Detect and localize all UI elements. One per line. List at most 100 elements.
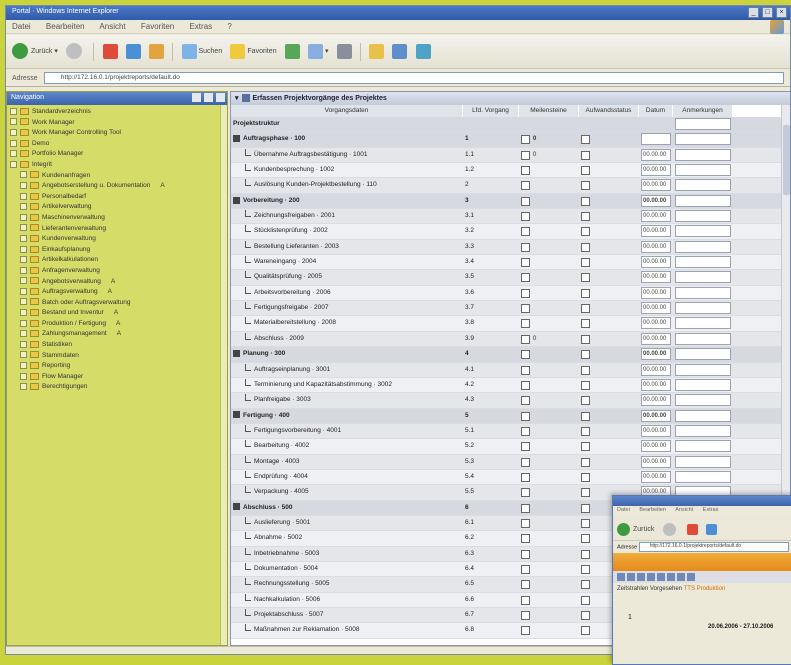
expand-icon[interactable]: [20, 309, 27, 317]
sidebar-scrollbar[interactable]: [220, 105, 227, 645]
date-input[interactable]: 00.00.00: [641, 210, 671, 223]
tree-item[interactable]: Produktion / Fertigung A: [10, 319, 225, 330]
secondary-titlebar[interactable]: [613, 496, 791, 506]
tree-item[interactable]: Angebotserstellung u. Dokumentation A: [10, 181, 225, 192]
milestone-checkbox[interactable]: [521, 319, 530, 329]
menu-view[interactable]: Ansicht: [99, 22, 125, 31]
status-checkbox[interactable]: [581, 534, 590, 544]
milestone-checkbox[interactable]: [521, 273, 530, 283]
notes-input[interactable]: [675, 378, 731, 391]
tree-item[interactable]: Work Manager Controlling Tool: [10, 128, 225, 139]
date-input[interactable]: 00.00.00: [641, 271, 671, 284]
menu-tools[interactable]: Extras: [189, 22, 212, 31]
expand-icon[interactable]: [20, 319, 27, 327]
date-input[interactable]: 00.00.00: [641, 317, 671, 330]
expand-icon[interactable]: [10, 150, 17, 158]
expand-icon[interactable]: [20, 351, 27, 359]
milestone-checkbox[interactable]: [521, 396, 530, 406]
tree-item[interactable]: Statistiken: [10, 340, 225, 351]
milestone-checkbox[interactable]: [521, 580, 530, 590]
status-checkbox[interactable]: [581, 350, 590, 360]
date-input[interactable]: 00.00.00: [641, 194, 671, 207]
status-checkbox[interactable]: [581, 304, 590, 314]
milestone-checkbox[interactable]: [521, 457, 530, 467]
status-checkbox[interactable]: [581, 580, 590, 590]
milestone-checkbox[interactable]: [521, 212, 530, 222]
tool-icon[interactable]: [687, 573, 695, 581]
expand-icon[interactable]: [10, 139, 17, 147]
status-checkbox[interactable]: [581, 212, 590, 222]
milestone-checkbox[interactable]: [521, 150, 530, 160]
milestone-checkbox[interactable]: [521, 595, 530, 605]
close-button[interactable]: ×: [776, 7, 787, 18]
date-input[interactable]: 00.00.00: [641, 440, 671, 453]
date-input[interactable]: 00.00.00: [641, 240, 671, 253]
tree-item[interactable]: Auftragsverwaltung A: [10, 287, 225, 298]
menu-edit[interactable]: Bearbeiten: [46, 22, 85, 31]
date-input[interactable]: 00.00.00: [641, 424, 671, 437]
maximize-button[interactable]: □: [762, 7, 774, 18]
tree-item[interactable]: Flow Manager: [10, 372, 225, 383]
date-input[interactable]: 00.00.00: [641, 302, 671, 315]
notes-input[interactable]: [675, 179, 731, 192]
collapse-icon[interactable]: [233, 349, 240, 357]
milestone-checkbox[interactable]: [521, 611, 530, 620]
expand-icon[interactable]: [20, 171, 27, 179]
print-button[interactable]: [336, 42, 352, 62]
tree-item[interactable]: Maschinenverwaltung: [10, 213, 225, 224]
tool-icon[interactable]: [627, 573, 635, 581]
collapse-icon[interactable]: [10, 107, 17, 115]
tree-item[interactable]: Stammdaten: [10, 351, 225, 362]
sidebar-refresh-button[interactable]: [192, 93, 202, 102]
status-checkbox[interactable]: [581, 457, 590, 467]
milestone-checkbox[interactable]: [521, 518, 530, 528]
mail-button[interactable]: ▾: [308, 42, 329, 62]
expand-icon[interactable]: [20, 340, 27, 348]
notes-input[interactable]: [675, 286, 731, 299]
secondary-browser-window[interactable]: Datei Bearbeiten Ansicht Extras Zurück A…: [612, 495, 791, 665]
expand-icon[interactable]: [20, 192, 27, 200]
date-input[interactable]: 00.00.00: [641, 394, 671, 407]
status-checkbox[interactable]: [581, 488, 590, 498]
history-button[interactable]: [284, 42, 300, 62]
tree-item[interactable]: Artikelverwaltung: [10, 202, 225, 213]
status-checkbox[interactable]: [581, 166, 590, 176]
refresh-button[interactable]: [125, 42, 141, 62]
date-input[interactable]: 00.00.00: [641, 225, 671, 238]
notes-input[interactable]: [675, 440, 731, 453]
secondary-menu-view[interactable]: Ansicht: [675, 507, 693, 513]
expand-icon[interactable]: [10, 118, 17, 126]
secondary-menu-file[interactable]: Datei: [617, 507, 630, 513]
date-input[interactable]: 00.00.00: [641, 455, 671, 468]
minimize-button[interactable]: _: [748, 7, 760, 18]
expand-icon[interactable]: [10, 160, 17, 168]
secondary-back-button[interactable]: Zurück: [617, 520, 654, 540]
collapse-icon[interactable]: [233, 196, 240, 204]
status-checkbox[interactable]: [581, 258, 590, 268]
status-checkbox[interactable]: [581, 319, 590, 329]
menu-favorites[interactable]: Favoriten: [141, 22, 174, 31]
tree-item[interactable]: Zahlungsmanagement A: [10, 329, 225, 340]
milestone-checkbox[interactable]: [521, 288, 530, 298]
notes-input[interactable]: [675, 317, 731, 330]
notes-input[interactable]: [675, 225, 731, 238]
date-input[interactable]: 00.00.00: [641, 286, 671, 299]
notes-input[interactable]: [675, 194, 731, 207]
status-checkbox[interactable]: [581, 396, 590, 406]
scrollbar-thumb[interactable]: [783, 125, 790, 195]
tree-item[interactable]: Reporting: [10, 361, 225, 372]
date-input[interactable]: 00.00.00: [641, 409, 671, 422]
milestone-checkbox[interactable]: [521, 242, 530, 252]
tree-item[interactable]: Kundenanfragen: [10, 171, 225, 182]
status-checkbox[interactable]: [581, 503, 590, 513]
collapse-icon[interactable]: [233, 411, 240, 419]
extra-button[interactable]: [415, 42, 431, 62]
tree-item[interactable]: Demo: [10, 139, 225, 150]
status-checkbox[interactable]: [581, 181, 590, 191]
tree-root[interactable]: Standardverzeichnis: [10, 107, 225, 118]
expand-icon[interactable]: [20, 256, 27, 264]
date-input[interactable]: [641, 133, 671, 146]
back-button[interactable]: Zurück ▾: [12, 42, 58, 62]
notes-input[interactable]: [675, 302, 731, 315]
milestone-checkbox[interactable]: [521, 534, 530, 544]
